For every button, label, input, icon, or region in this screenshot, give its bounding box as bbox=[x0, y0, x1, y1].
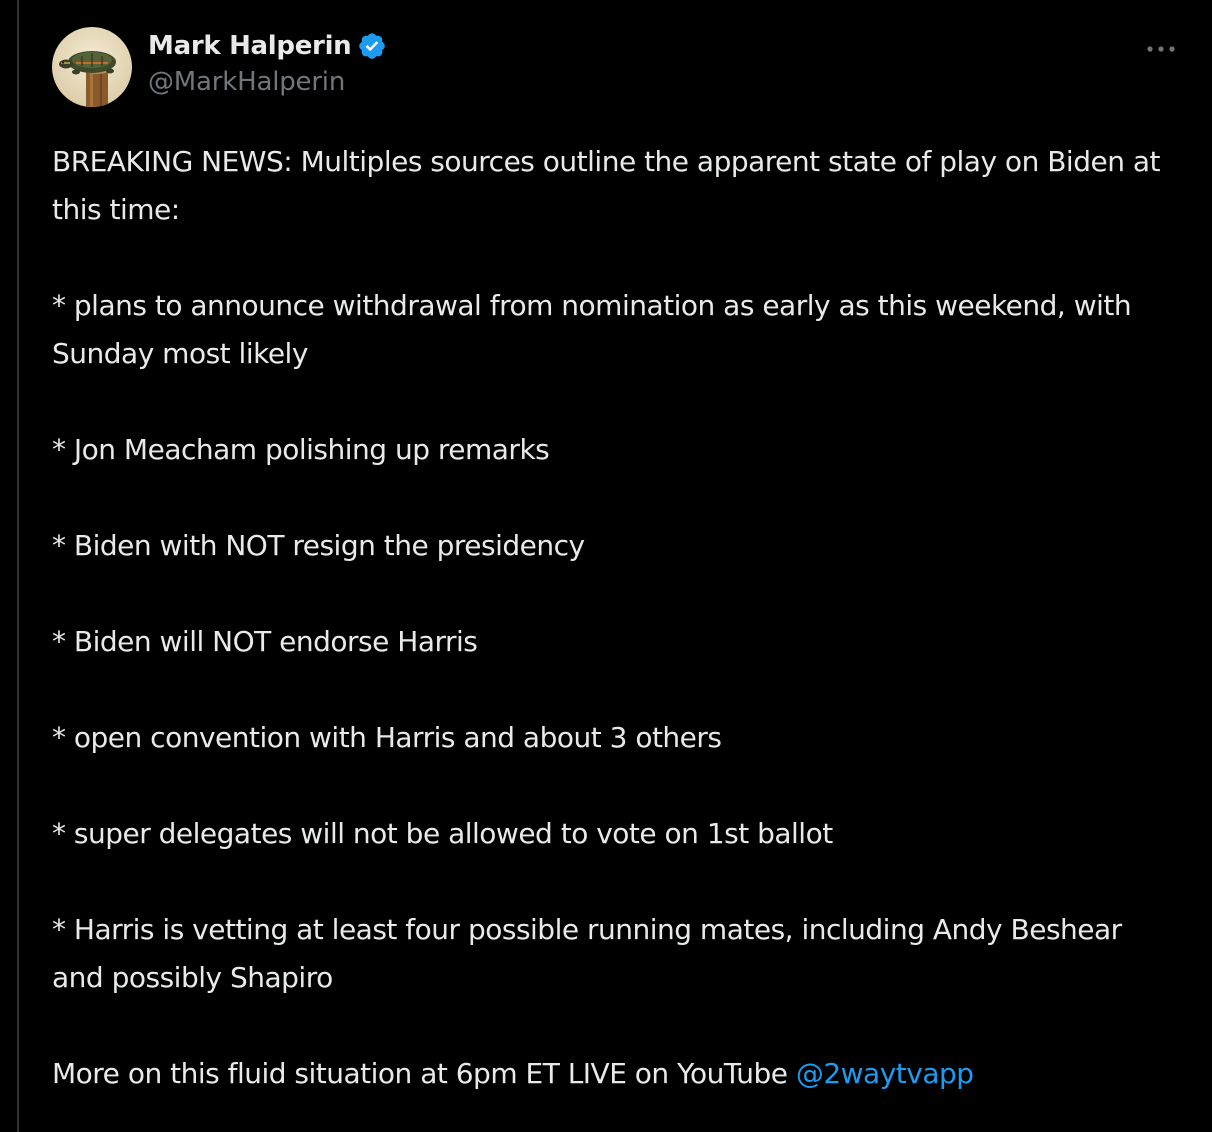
tweet-paragraph: * open convention with Harris and about … bbox=[52, 721, 722, 754]
tweet-paragraph: * Harris is vetting at least four possib… bbox=[52, 913, 1122, 994]
author-handle[interactable]: @MarkHalperin bbox=[148, 67, 387, 97]
mention-link[interactable]: @2waytvapp bbox=[796, 1057, 974, 1090]
tweet-paragraph: * Biden with NOT resign the presidency bbox=[52, 529, 585, 562]
thread-divider-line bbox=[17, 0, 19, 1132]
verified-badge-icon[interactable] bbox=[357, 31, 387, 61]
tweet-paragraph: * Biden will NOT endorse Harris bbox=[52, 625, 478, 658]
tweet-final-paragraph: More on this fluid situation at 6pm ET L… bbox=[52, 1050, 1172, 1098]
author-names: Mark Halperin @MarkHalperin bbox=[148, 28, 387, 97]
tweet-text: BREAKING NEWS: Multiples sources outline… bbox=[52, 138, 1172, 1098]
display-name-row: Mark Halperin bbox=[148, 28, 387, 64]
display-name[interactable]: Mark Halperin bbox=[148, 31, 352, 61]
more-options-button[interactable] bbox=[1144, 32, 1178, 66]
avatar[interactable] bbox=[52, 27, 132, 107]
tweet-header: Mark Halperin @MarkHalperin bbox=[52, 26, 1192, 108]
final-line-text: More on this fluid situation at 6pm ET L… bbox=[52, 1057, 796, 1090]
tweet-paragraph: * Jon Meacham polishing up remarks bbox=[52, 433, 550, 466]
tweet-paragraph: * super delegates will not be allowed to… bbox=[52, 817, 833, 850]
tweet-paragraph: BREAKING NEWS: Multiples sources outline… bbox=[52, 145, 1160, 226]
avatar-photo-icon bbox=[52, 27, 132, 107]
more-options-icon bbox=[1147, 46, 1175, 52]
tweet-paragraph: * plans to announce withdrawal from nomi… bbox=[52, 289, 1132, 370]
